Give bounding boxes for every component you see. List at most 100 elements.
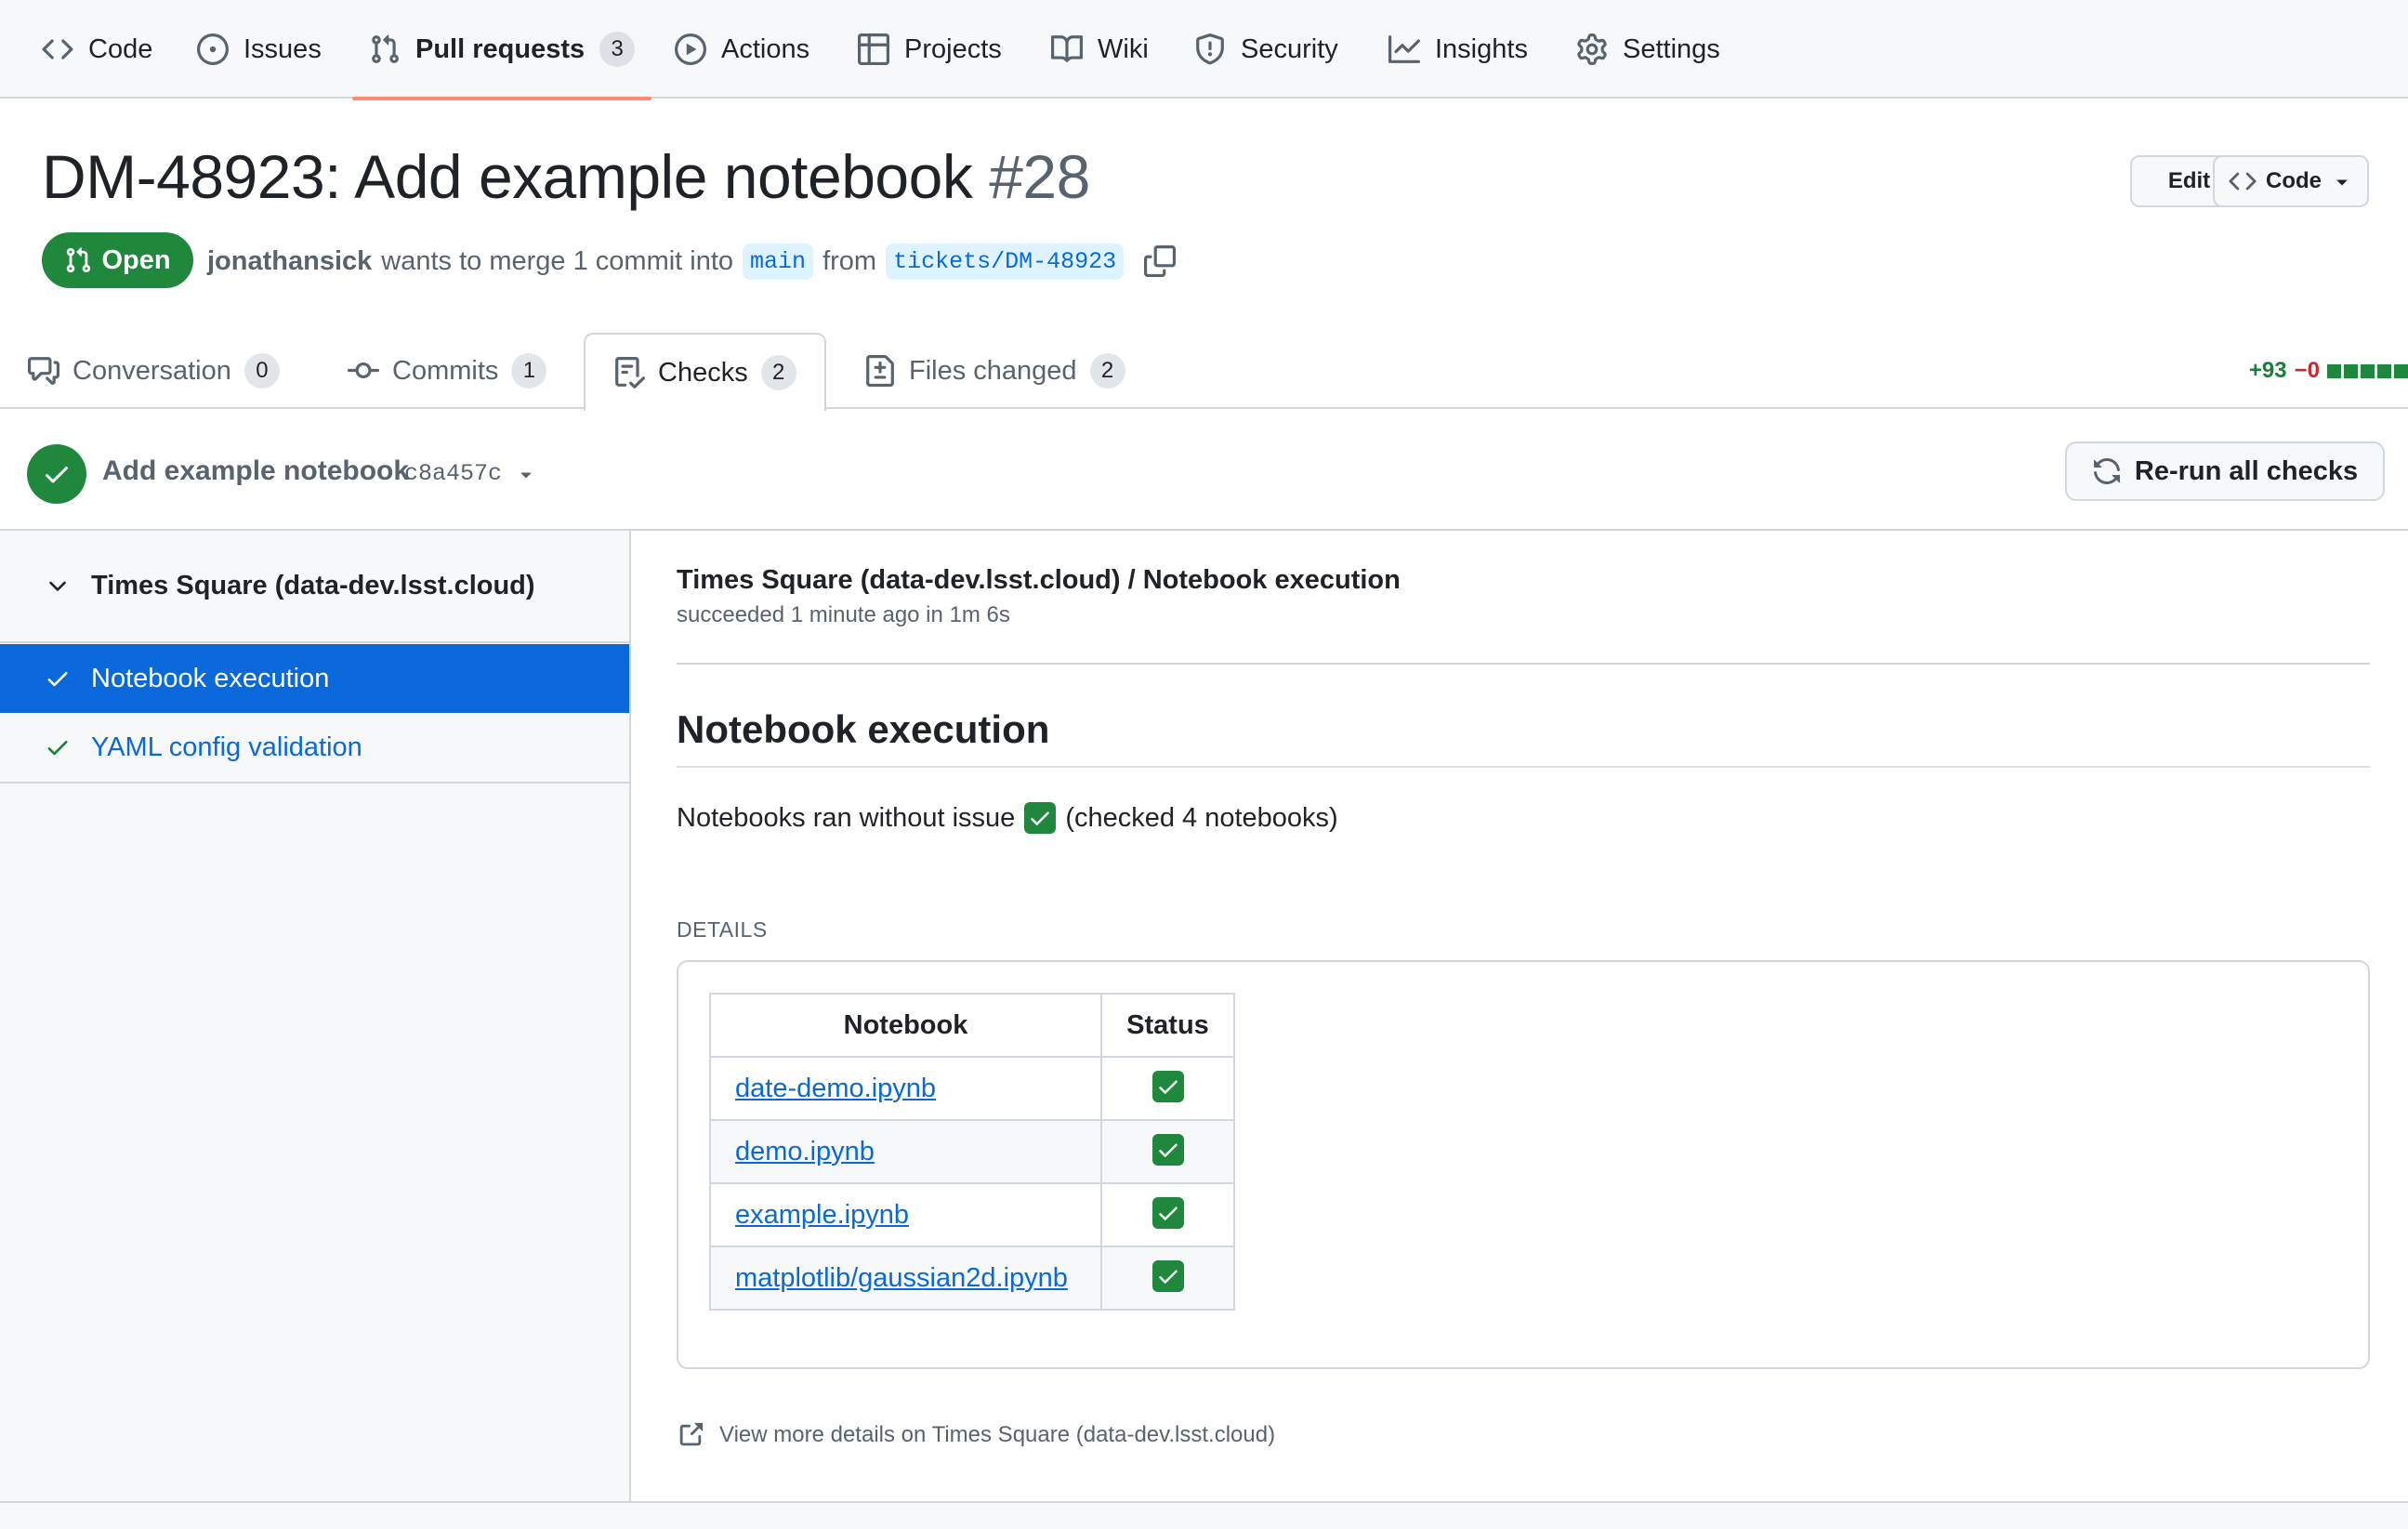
notebook-table: Notebook Status date-demo.ipynb demo.ipy… xyxy=(709,993,1235,1311)
code-icon xyxy=(42,33,73,65)
code-dropdown-button[interactable]: Code xyxy=(2213,155,2369,207)
notebook-cell: demo.ipynb xyxy=(709,1119,1102,1184)
checks-count: 2 xyxy=(760,355,796,390)
comment-icon xyxy=(28,355,59,387)
notebook-link[interactable]: example.ipynb xyxy=(735,1200,909,1230)
tab-files-changed[interactable]: Files changed 2 xyxy=(864,333,1125,409)
pr-state-label: Open xyxy=(101,244,171,275)
book-icon xyxy=(1051,33,1083,65)
nav-issues[interactable]: Issues xyxy=(197,0,322,99)
check-suite-name: Times Square (data-dev.lsst.cloud) xyxy=(91,571,535,600)
nav-security-label: Security xyxy=(1241,33,1338,64)
gear-icon xyxy=(1576,33,1608,65)
base-branch[interactable]: main xyxy=(743,243,814,280)
check-mark-emoji-icon xyxy=(1024,802,1057,834)
table-row: date-demo.ipynb xyxy=(709,1056,1235,1121)
notebook-link[interactable]: matplotlib/gaussian2d.ipynb xyxy=(735,1263,1068,1293)
table-row: matplotlib/gaussian2d.ipynb xyxy=(709,1246,1235,1311)
notebook-cell: example.ipynb xyxy=(709,1182,1102,1247)
shield-icon xyxy=(1194,33,1226,65)
table-row: example.ipynb xyxy=(709,1182,1235,1247)
checks-sidebar: Times Square (data-dev.lsst.cloud) Noteb… xyxy=(0,531,631,1501)
check-mark-emoji-icon xyxy=(1151,1260,1184,1292)
nav-pull-requests-label: Pull requests xyxy=(415,33,586,64)
nav-security[interactable]: Security xyxy=(1194,0,1338,99)
rerun-label: Re-run all checks xyxy=(2134,455,2359,486)
nav-projects[interactable]: Projects xyxy=(858,0,1002,99)
summary-prefix: Notebooks ran without issue xyxy=(677,802,1016,833)
tab-files-changed-label: Files changed xyxy=(909,355,1077,386)
issue-icon xyxy=(197,33,229,65)
diffstat-block xyxy=(2344,363,2358,378)
check-circle-icon xyxy=(27,444,86,504)
sync-icon xyxy=(2092,456,2122,486)
check-icon xyxy=(45,734,71,760)
pr-author-link[interactable]: jonathansick xyxy=(207,246,372,277)
check-mark-emoji-icon xyxy=(1151,1071,1184,1102)
nav-wiki[interactable]: Wiki xyxy=(1051,0,1149,99)
nav-code[interactable]: Code xyxy=(42,0,152,99)
commits-count: 1 xyxy=(511,353,547,389)
pr-meta: jonathansick wants to merge 1 commit int… xyxy=(207,240,1177,283)
check-mark-emoji-icon xyxy=(1151,1134,1184,1166)
table-row: demo.ipynb xyxy=(709,1119,1235,1184)
check-suite-header[interactable]: Times Square (data-dev.lsst.cloud) xyxy=(0,531,629,643)
files-changed-count: 2 xyxy=(1089,353,1125,389)
diffstat-blocks xyxy=(2327,363,2408,378)
nav-settings-label: Settings xyxy=(1623,33,1720,64)
output-heading: Notebook execution xyxy=(677,707,1050,751)
from-text: from xyxy=(822,245,877,276)
code-icon xyxy=(2229,167,2257,195)
tab-commits[interactable]: Commits 1 xyxy=(348,333,547,409)
additions-count: +93 xyxy=(2248,358,2287,383)
nav-projects-label: Projects xyxy=(904,33,1002,64)
caret-down-icon xyxy=(2331,170,2353,192)
nav-insights[interactable]: Insights xyxy=(1388,0,1528,99)
edit-button-label: Edit xyxy=(2167,168,2211,193)
commit-sha-dropdown[interactable]: c8a457c xyxy=(404,460,537,487)
rerun-all-checks-button[interactable]: Re-run all checks xyxy=(2065,442,2385,501)
divider xyxy=(677,663,2370,665)
nav-code-label: Code xyxy=(88,33,153,64)
pull-request-icon xyxy=(369,33,401,65)
table-icon xyxy=(858,33,889,65)
pull-request-icon xyxy=(64,246,92,274)
tab-checks[interactable]: Checks 2 xyxy=(584,333,826,411)
summary-suffix: (checked 4 notebooks) xyxy=(1065,802,1338,833)
diffstat-block xyxy=(2327,363,2341,378)
nav-actions[interactable]: Actions xyxy=(675,0,809,99)
pr-state-badge: Open xyxy=(42,232,193,288)
caret-down-icon xyxy=(515,463,537,485)
external-details-link[interactable]: View more details on Times Square (data-… xyxy=(677,1421,1275,1449)
output-summary: Notebooks ran without issue (checked 4 n… xyxy=(677,802,1338,834)
check-run-notebook-execution[interactable]: Notebook execution xyxy=(0,644,629,713)
tab-conversation[interactable]: Conversation 0 xyxy=(28,333,280,409)
check-run-yaml-config-validation[interactable]: YAML config validation xyxy=(0,713,629,782)
copy-icon[interactable] xyxy=(1144,245,1177,277)
column-header-notebook: Notebook xyxy=(709,993,1102,1058)
graph-icon xyxy=(1388,33,1420,65)
check-run-label: Notebook execution xyxy=(91,663,330,693)
status-cell xyxy=(1100,1056,1235,1121)
status-cell xyxy=(1100,1119,1235,1184)
status-cell xyxy=(1100,1182,1235,1247)
page-title: DM-48923: Add example notebook #28 xyxy=(42,141,1090,212)
page-bottom xyxy=(0,1501,2408,1529)
check-run-title: Times Square (data-dev.lsst.cloud) / Not… xyxy=(677,565,1401,595)
column-header-status: Status xyxy=(1100,993,1235,1058)
diffstat-block xyxy=(2361,363,2375,378)
nav-settings[interactable]: Settings xyxy=(1576,0,1720,99)
divider xyxy=(677,766,2370,768)
play-icon xyxy=(675,33,706,65)
head-branch[interactable]: tickets/DM-48923 xyxy=(886,243,1125,280)
check-mark-emoji-icon xyxy=(1151,1197,1184,1229)
details-label: DETAILS xyxy=(677,917,768,942)
notebook-link[interactable]: date-demo.ipynb xyxy=(735,1074,936,1103)
commit-bar: Add example notebook c8a457c Re-run all … xyxy=(0,409,2408,531)
commit-sha: c8a457c xyxy=(404,460,503,487)
nav-pull-requests[interactable]: Pull requests 3 xyxy=(351,0,652,100)
tab-checks-label: Checks xyxy=(658,357,748,388)
notebook-link[interactable]: demo.ipynb xyxy=(735,1137,875,1167)
pr-tabs: Conversation 0 Commits 1 Checks 2 Files … xyxy=(0,333,2408,411)
check-run-status: succeeded 1 minute ago in 1m 6s xyxy=(677,602,1010,627)
